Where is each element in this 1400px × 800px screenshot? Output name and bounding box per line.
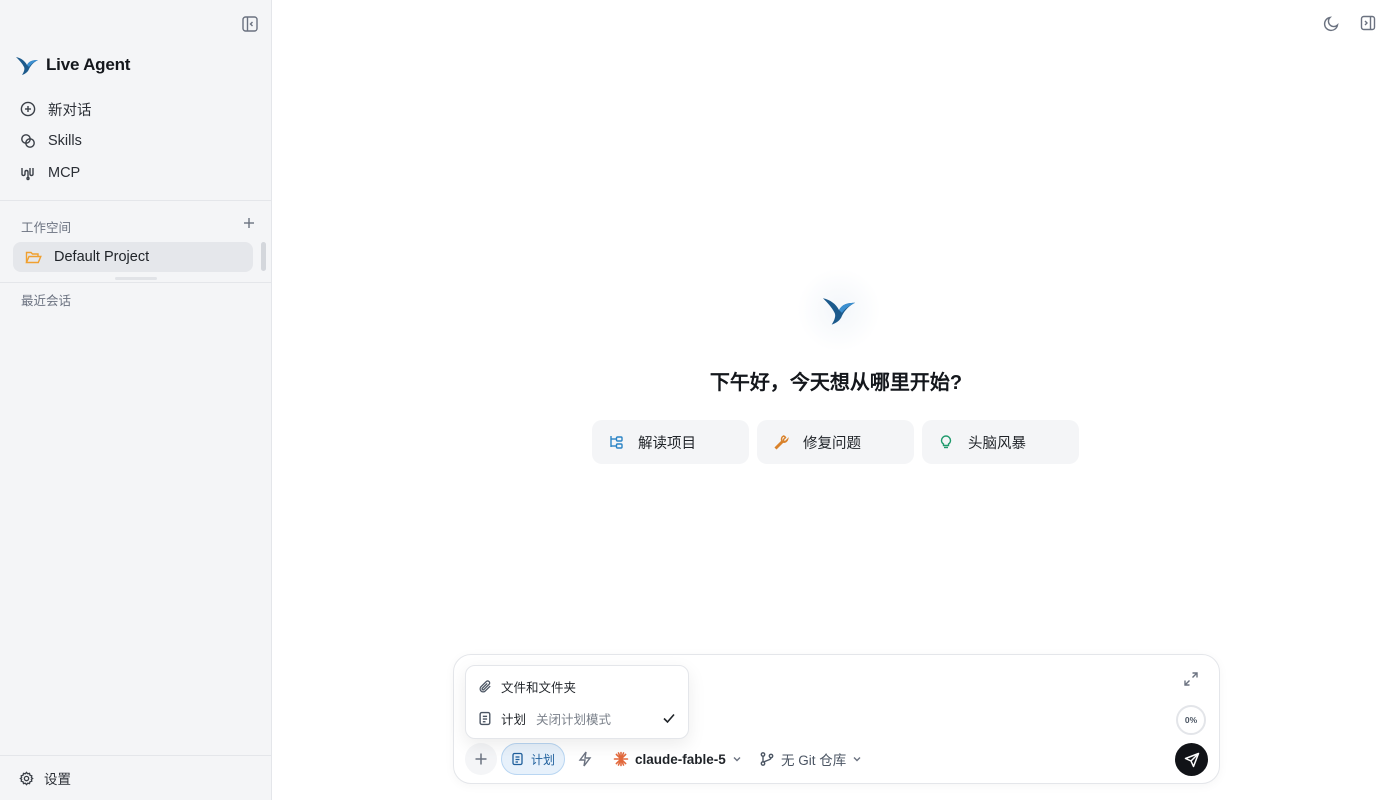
collapse-sidebar-icon[interactable] bbox=[240, 14, 260, 34]
send-icon bbox=[1184, 752, 1200, 768]
lightbulb-icon bbox=[938, 434, 954, 450]
model-label: claude-fable-5 bbox=[635, 751, 726, 767]
hero-logo bbox=[797, 268, 881, 352]
quick-action-fix-issue[interactable]: 修复问题 bbox=[757, 420, 914, 464]
nav-label: 新对话 bbox=[48, 102, 92, 119]
sidebar: Live Agent 新对话 Skills MCP 工作空间 Default P… bbox=[0, 0, 272, 800]
quick-action-label: 头脑风暴 bbox=[968, 435, 1026, 452]
project-label: Default Project bbox=[54, 249, 150, 265]
settings-label: 设置 bbox=[44, 772, 71, 787]
recent-label: 最近会话 bbox=[21, 294, 72, 308]
menu-item-label: 文件和文件夹 bbox=[501, 680, 577, 695]
nav-new-chat[interactable]: 新对话 bbox=[20, 98, 92, 120]
skills-icon bbox=[20, 133, 36, 149]
chevron-down-icon bbox=[852, 754, 862, 764]
mcp-icon bbox=[20, 165, 36, 181]
divider bbox=[0, 200, 271, 201]
menu-item-sublabel: 关闭计划模式 bbox=[536, 712, 612, 727]
plan-label: 计划 bbox=[530, 752, 555, 767]
folder-open-icon bbox=[25, 250, 42, 265]
nav-label: MCP bbox=[48, 165, 81, 181]
gear-icon bbox=[19, 770, 34, 786]
tree-icon bbox=[608, 434, 624, 450]
plan-mode-toggle[interactable]: 计划 bbox=[501, 743, 565, 775]
brand: Live Agent bbox=[14, 52, 130, 78]
chevron-down-icon bbox=[732, 754, 742, 764]
add-workspace-icon[interactable] bbox=[241, 215, 257, 231]
model-selector[interactable]: claude-fable-5 bbox=[613, 749, 742, 769]
plan-icon bbox=[478, 711, 493, 726]
bolt-icon[interactable] bbox=[576, 750, 594, 768]
menu-item-label: 计划 bbox=[501, 712, 527, 727]
menu-item-plan[interactable]: 计划 关闭计划模式 bbox=[478, 708, 611, 728]
divider bbox=[0, 755, 271, 756]
expand-icon[interactable] bbox=[1183, 671, 1199, 687]
git-label: 无 Git 仓库 bbox=[781, 753, 847, 768]
sparkle-icon bbox=[613, 751, 629, 767]
check-icon bbox=[661, 710, 677, 726]
plus-circle-icon bbox=[20, 101, 36, 117]
context-usage-indicator: 0% bbox=[1176, 705, 1206, 735]
quick-action-brainstorm[interactable]: 头脑风暴 bbox=[922, 420, 1079, 464]
paperclip-icon bbox=[478, 679, 493, 694]
settings-button[interactable]: 设置 bbox=[19, 768, 71, 788]
workspace-label: 工作空间 bbox=[21, 221, 72, 235]
git-branch-icon bbox=[759, 751, 775, 767]
quick-action-explain-project[interactable]: 解读项目 bbox=[592, 420, 749, 464]
moon-icon[interactable] bbox=[1323, 14, 1341, 32]
toggle-panel-icon[interactable] bbox=[1359, 14, 1377, 32]
quick-action-label: 解读项目 bbox=[638, 435, 696, 452]
scroll-indicator bbox=[115, 277, 157, 280]
quick-action-label: 修复问题 bbox=[803, 435, 861, 452]
menu-item-files[interactable]: 文件和文件夹 bbox=[478, 676, 576, 696]
wrench-icon bbox=[773, 434, 789, 450]
greeting: 下午好，今天想从哪里开始? bbox=[709, 372, 963, 394]
nav-skills[interactable]: Skills bbox=[20, 130, 82, 152]
git-repo-selector[interactable]: 无 Git 仓库 bbox=[759, 749, 862, 769]
attach-menu-button[interactable] bbox=[465, 743, 497, 775]
app-title: Live Agent bbox=[46, 55, 131, 74]
scrollbar[interactable] bbox=[261, 242, 266, 271]
project-default[interactable]: Default Project bbox=[13, 242, 253, 272]
bird-logo-icon bbox=[14, 52, 40, 78]
send-button[interactable] bbox=[1175, 743, 1208, 776]
plus-icon bbox=[474, 752, 488, 766]
bird-logo-icon bbox=[820, 291, 858, 329]
attach-menu-popup: 文件和文件夹 计划 关闭计划模式 bbox=[465, 665, 689, 739]
nav-label: Skills bbox=[48, 133, 82, 149]
divider bbox=[0, 282, 271, 283]
nav-mcp[interactable]: MCP bbox=[20, 162, 80, 184]
plan-icon bbox=[511, 752, 525, 766]
